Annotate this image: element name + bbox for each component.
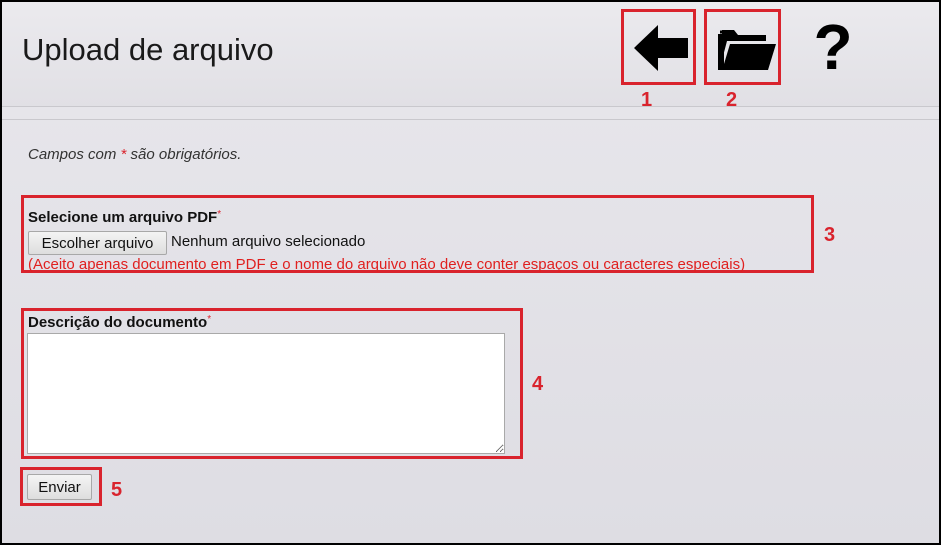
annotation-number-5: 5	[111, 479, 123, 501]
description-label: Descrição do documento*	[28, 314, 211, 331]
annotation-box-2	[704, 9, 781, 85]
help-question-icon[interactable]: ?	[808, 14, 858, 80]
file-required-star: *	[217, 209, 222, 220]
submit-button[interactable]: Enviar	[27, 474, 92, 500]
header-divider-bottom	[2, 119, 939, 120]
choose-file-button[interactable]: Escolher arquivo	[28, 231, 167, 255]
description-textarea[interactable]	[27, 333, 505, 454]
help-glyph: ?	[813, 11, 853, 83]
annotation-number-3: 3	[824, 224, 836, 246]
header: Upload de arquivo 1 2 ?	[2, 2, 939, 111]
file-label-text: Selecione um arquivo PDF	[28, 209, 218, 226]
annotation-number-1: 1	[641, 89, 653, 111]
page-title: Upload de arquivo	[22, 32, 274, 67]
description-required-star: *	[207, 314, 212, 325]
header-divider-top	[2, 106, 939, 107]
required-note-prefix: Campos com	[28, 146, 121, 163]
required-note-suffix: são obrigatórios.	[126, 146, 242, 163]
file-status-text: Nenhum arquivo selecionado	[171, 233, 366, 250]
annotation-box-1	[621, 9, 696, 85]
page-frame: Upload de arquivo 1 2 ? Campos com * são…	[2, 2, 939, 543]
file-hint: (Aceito apenas documento em PDF e o nome…	[28, 256, 746, 273]
annotation-number-4: 4	[532, 373, 544, 395]
file-label: Selecione um arquivo PDF*	[28, 209, 221, 226]
required-fields-note: Campos com * são obrigatórios.	[28, 146, 241, 163]
annotation-number-2: 2	[726, 89, 738, 111]
description-label-text: Descrição do documento	[28, 314, 208, 331]
